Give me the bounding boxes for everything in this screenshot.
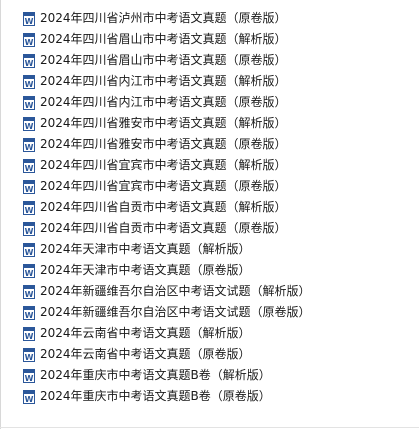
file-name: 2024年重庆市中考语文真题B卷（原卷版）	[40, 389, 271, 403]
file-name: 2024年四川省泸州市中考语文真题（原卷版）	[40, 11, 287, 25]
file-name: 2024年四川省宜宾市中考语文真题（解析版）	[40, 158, 287, 172]
file-item[interactable]: W 2024年天津市中考语文真题（解析版）	[0, 239, 419, 260]
svg-text:W: W	[25, 206, 34, 215]
file-item[interactable]: W 2024年四川省眉山市中考语文真题（解析版）	[0, 29, 419, 50]
svg-text:W: W	[25, 332, 34, 341]
file-item[interactable]: W 2024年四川省内江市中考语文真题（原卷版）	[0, 92, 419, 113]
svg-text:W: W	[25, 395, 34, 404]
file-item[interactable]: W 2024年四川省自贡市中考语文真题（原卷版）	[0, 218, 419, 239]
file-item[interactable]: W 2024年四川省雅安市中考语文真题（解析版）	[0, 113, 419, 134]
file-list: W 2024年四川省泸州市中考语文真题（原卷版） W 2024年四川省眉山市中考语文真…	[0, 8, 419, 407]
file-name: 2024年新疆维吾尔自治区中考语文试题（解析版）	[40, 284, 311, 298]
bottom-border	[0, 427, 419, 428]
svg-text:W: W	[25, 311, 34, 320]
word-doc-icon: W	[23, 221, 35, 236]
word-doc-icon: W	[23, 179, 35, 194]
file-name: 2024年重庆市中考语文真题B卷（解析版）	[40, 368, 271, 382]
file-name: 2024年新疆维吾尔自治区中考语文试题（原卷版）	[40, 305, 311, 319]
file-name: 2024年四川省眉山市中考语文真题（解析版）	[40, 32, 287, 46]
svg-text:W: W	[25, 17, 34, 26]
svg-text:W: W	[25, 353, 34, 362]
word-doc-icon: W	[23, 368, 35, 383]
file-name: 2024年四川省内江市中考语文真题（解析版）	[40, 74, 287, 88]
word-doc-icon: W	[23, 53, 35, 68]
word-doc-icon: W	[23, 137, 35, 152]
file-item[interactable]: W 2024年四川省宜宾市中考语文真题（原卷版）	[0, 176, 419, 197]
file-name: 2024年四川省自贡市中考语文真题（解析版）	[40, 200, 287, 214]
svg-text:W: W	[25, 143, 34, 152]
word-doc-icon: W	[23, 32, 35, 47]
file-item[interactable]: W 2024年四川省眉山市中考语文真题（原卷版）	[0, 50, 419, 71]
svg-text:W: W	[25, 80, 34, 89]
word-doc-icon: W	[23, 158, 35, 173]
word-doc-icon: W	[23, 389, 35, 404]
svg-text:W: W	[25, 59, 34, 68]
file-name: 2024年四川省自贡市中考语文真题（原卷版）	[40, 221, 287, 235]
file-name: 2024年云南省中考语文真题（原卷版）	[40, 347, 251, 361]
word-doc-icon: W	[23, 263, 35, 278]
file-item[interactable]: W 2024年四川省自贡市中考语文真题（解析版）	[0, 197, 419, 218]
file-item[interactable]: W 2024年云南省中考语文真题（解析版）	[0, 323, 419, 344]
file-item[interactable]: W 2024年重庆市中考语文真题B卷（原卷版）	[0, 386, 419, 407]
file-item[interactable]: W 2024年四川省内江市中考语文真题（解析版）	[0, 71, 419, 92]
file-name: 2024年四川省雅安市中考语文真题（解析版）	[40, 116, 287, 130]
word-doc-icon: W	[23, 347, 35, 362]
word-doc-icon: W	[23, 326, 35, 341]
word-doc-icon: W	[23, 11, 35, 26]
file-item[interactable]: W 2024年四川省雅安市中考语文真题（原卷版）	[0, 134, 419, 155]
file-name: 2024年四川省雅安市中考语文真题（原卷版）	[40, 137, 287, 151]
word-doc-icon: W	[23, 200, 35, 215]
file-name: 2024年四川省眉山市中考语文真题（原卷版）	[40, 53, 287, 67]
file-name: 2024年四川省内江市中考语文真题（原卷版）	[40, 95, 287, 109]
word-doc-icon: W	[23, 116, 35, 131]
file-name: 2024年天津市中考语文真题（解析版）	[40, 242, 251, 256]
svg-text:W: W	[25, 164, 34, 173]
svg-text:W: W	[25, 374, 34, 383]
file-item[interactable]: W 2024年新疆维吾尔自治区中考语文试题（原卷版）	[0, 302, 419, 323]
file-item[interactable]: W 2024年云南省中考语文真题（原卷版）	[0, 344, 419, 365]
file-item[interactable]: W 2024年重庆市中考语文真题B卷（解析版）	[0, 365, 419, 386]
svg-text:W: W	[25, 101, 34, 110]
word-doc-icon: W	[23, 74, 35, 89]
svg-text:W: W	[25, 227, 34, 236]
file-name: 2024年四川省宜宾市中考语文真题（原卷版）	[40, 179, 287, 193]
file-name: 2024年云南省中考语文真题（解析版）	[40, 326, 251, 340]
word-doc-icon: W	[23, 242, 35, 257]
svg-text:W: W	[25, 248, 34, 257]
word-doc-icon: W	[23, 305, 35, 320]
file-item[interactable]: W 2024年天津市中考语文真题（原卷版）	[0, 260, 419, 281]
word-doc-icon: W	[23, 284, 35, 299]
file-item[interactable]: W 2024年四川省宜宾市中考语文真题（解析版）	[0, 155, 419, 176]
svg-text:W: W	[25, 185, 34, 194]
svg-text:W: W	[25, 290, 34, 299]
file-name: 2024年天津市中考语文真题（原卷版）	[40, 263, 251, 277]
svg-text:W: W	[25, 269, 34, 278]
svg-text:W: W	[25, 38, 34, 47]
svg-text:W: W	[25, 122, 34, 131]
file-item[interactable]: W 2024年四川省泸州市中考语文真题（原卷版）	[0, 8, 419, 29]
file-item[interactable]: W 2024年新疆维吾尔自治区中考语文试题（解析版）	[0, 281, 419, 302]
word-doc-icon: W	[23, 95, 35, 110]
